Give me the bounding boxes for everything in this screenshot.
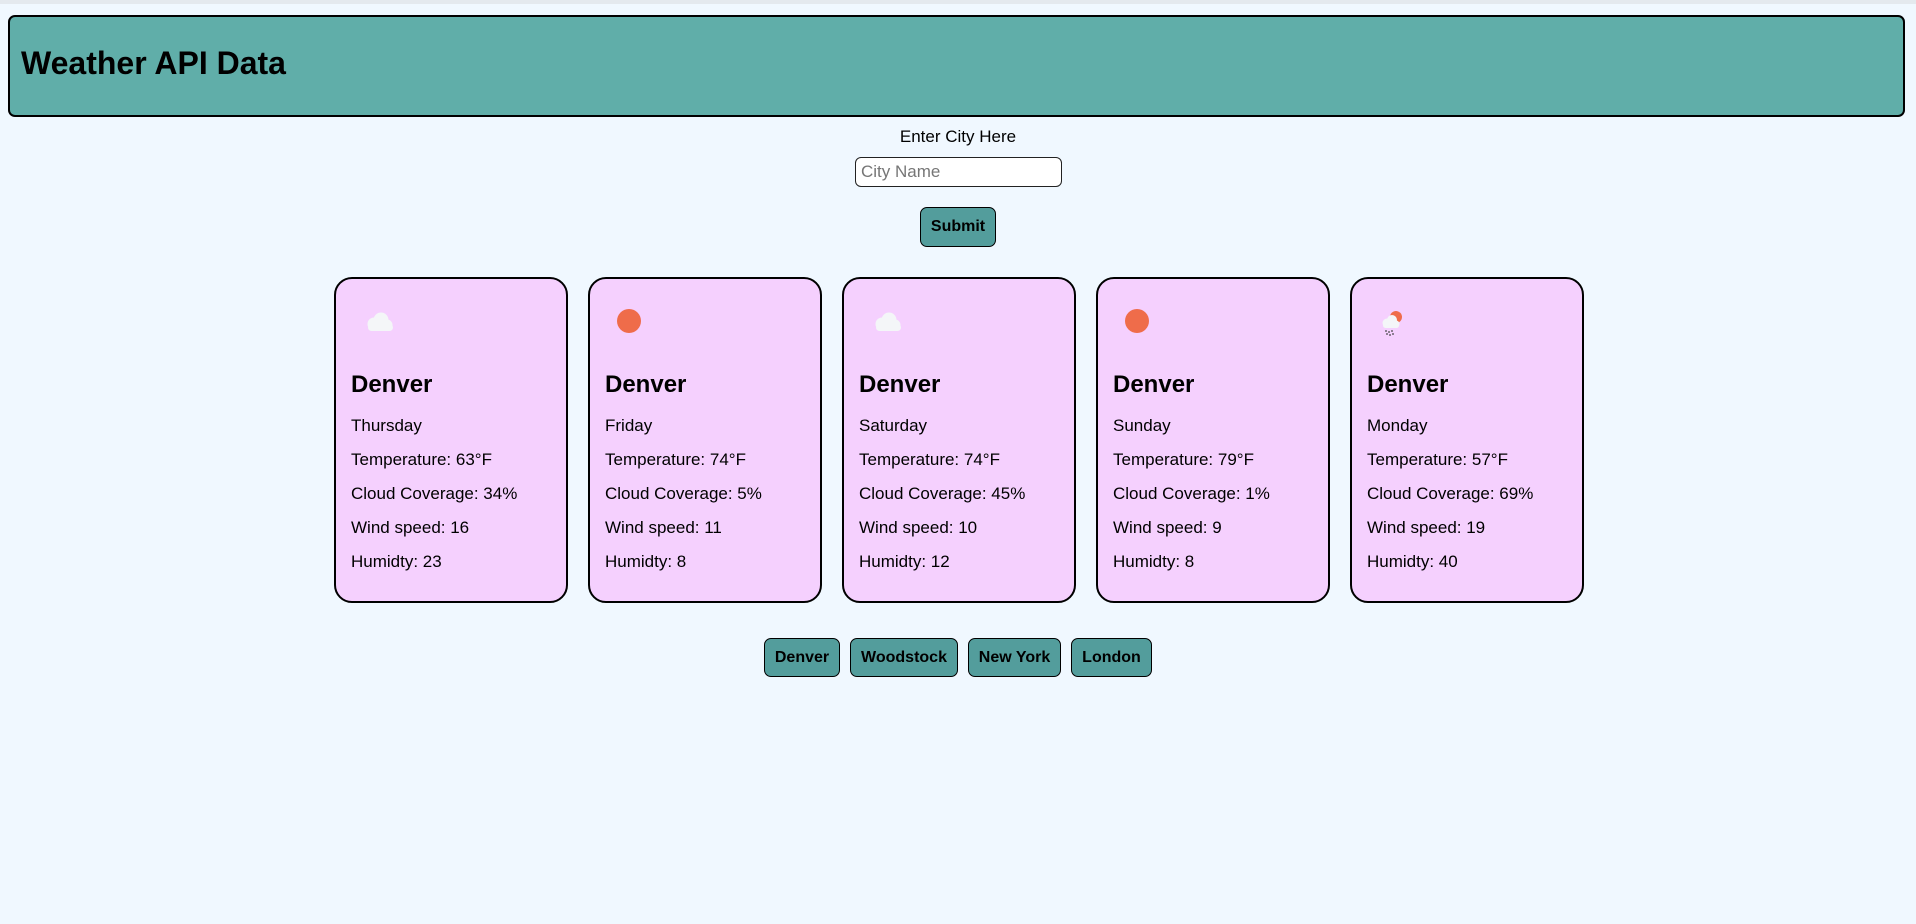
card-temperature: Temperature: 57°F (1367, 450, 1508, 469)
card-city: Denver (605, 371, 687, 398)
card-day: Saturday (859, 416, 928, 435)
card-humidity: Humidty: 8 (605, 552, 687, 571)
forecast-card: Denver Sunday Temperature: 79°F Cloud Co… (1096, 277, 1330, 603)
submit-button[interactable]: Submit (920, 207, 996, 247)
card-wind-speed: Wind speed: 9 (1113, 518, 1222, 537)
city-input-label: Enter City Here (899, 127, 1017, 146)
cloud-icon (367, 312, 393, 331)
city-history-button[interactable]: Woodstock (850, 638, 958, 677)
city-name-input[interactable] (855, 157, 1062, 187)
card-humidity: Humidty: 23 (351, 552, 442, 571)
card-wind-speed: Wind speed: 19 (1367, 518, 1486, 537)
card-cloud-coverage: Cloud Coverage: 45% (859, 484, 1026, 503)
card-humidity: Humidty: 8 (1113, 552, 1195, 571)
card-cloud-coverage: Cloud Coverage: 5% (605, 484, 762, 503)
card-temperature: Temperature: 74°F (605, 450, 746, 469)
card-cloud-coverage: Cloud Coverage: 1% (1113, 484, 1270, 503)
city-history-button[interactable]: Denver (764, 638, 840, 677)
forecast-card: Denver Friday Temperature: 74°F Cloud Co… (588, 277, 822, 603)
card-day: Monday (1367, 416, 1428, 435)
sun-cloud-rain-icon (1382, 311, 1402, 336)
top-divider (0, 0, 1916, 4)
card-cloud-coverage: Cloud Coverage: 69% (1367, 484, 1534, 503)
card-humidity: Humidty: 12 (859, 552, 950, 571)
card-cloud-coverage: Cloud Coverage: 34% (351, 484, 518, 503)
card-day: Friday (605, 416, 653, 435)
card-day: Thursday (351, 416, 422, 435)
card-city: Denver (1367, 371, 1449, 398)
card-temperature: Temperature: 63°F (351, 450, 492, 469)
card-wind-speed: Wind speed: 16 (351, 518, 470, 537)
sun-icon (617, 309, 641, 333)
card-city: Denver (351, 371, 433, 398)
forecast-card: Denver Saturday Temperature: 74°F Cloud … (842, 277, 1076, 603)
page-header: Weather API Data (8, 15, 1905, 117)
city-history-button[interactable]: London (1071, 638, 1152, 677)
city-history-button[interactable]: New York (968, 638, 1061, 677)
forecast-card: Denver Monday Temperature: 57°F Cloud Co… (1350, 277, 1584, 603)
page-title: Weather API Data (21, 45, 286, 81)
cloud-icon (875, 312, 901, 331)
card-temperature: Temperature: 79°F (1113, 450, 1254, 469)
card-city: Denver (859, 371, 941, 398)
card-humidity: Humidty: 40 (1367, 552, 1458, 571)
card-wind-speed: Wind speed: 11 (605, 518, 722, 537)
card-temperature: Temperature: 74°F (859, 450, 1000, 469)
card-city: Denver (1113, 371, 1195, 398)
card-day: Sunday (1113, 416, 1171, 435)
forecast-card: Denver Thursday Temperature: 63°F Cloud … (334, 277, 568, 603)
card-wind-speed: Wind speed: 10 (859, 518, 978, 537)
sun-icon (1125, 309, 1149, 333)
